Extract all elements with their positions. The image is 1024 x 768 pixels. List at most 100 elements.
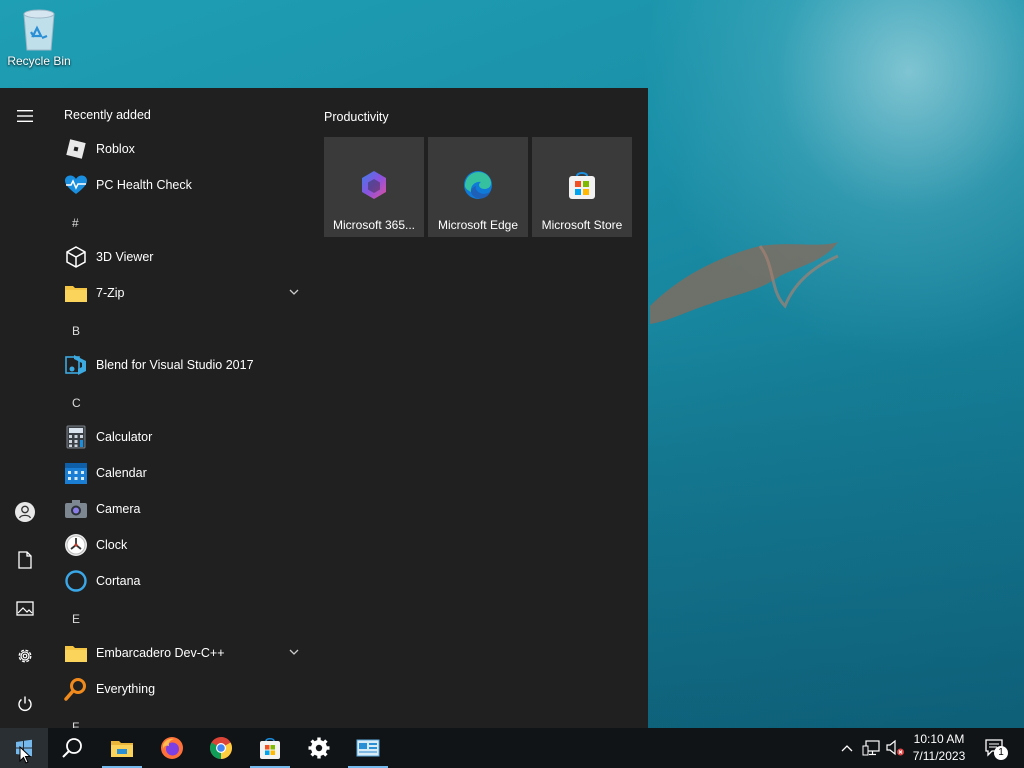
pc-health-check-icon [64,173,88,197]
chevron-down-icon[interactable] [288,646,300,658]
app-item-everything[interactable]: Everything [50,671,312,707]
app-item-calculator[interactable]: Calculator [50,419,312,455]
action-center-button[interactable]: 1 [980,728,1008,768]
taskbar: 10:10 AM 7/11/2023 1 [0,728,1024,768]
network-tray-button[interactable] [860,728,882,768]
wallpaper-swimmer [650,242,839,324]
app-item-clock[interactable]: Clock [50,527,312,563]
app-item-embarcadero[interactable]: Embarcadero Dev-C++ [50,635,312,671]
pictures-button[interactable] [5,588,45,628]
tile-group-title: Productivity [324,110,389,124]
store-icon [260,737,280,759]
folder-icon [64,641,88,665]
app-item-calendar[interactable]: Calendar [50,455,312,491]
roblox-icon [64,137,88,161]
search-icon [62,738,82,758]
app-name: Embarcadero Dev-C++ [96,646,225,660]
recycle-bin-label: Recycle Bin [7,54,71,68]
network-icon [862,740,880,756]
settings-icon [308,737,330,759]
app-name: Blend for Visual Studio 2017 [96,358,254,372]
app-name: Calendar [96,466,147,480]
documents-icon [18,551,32,569]
hamburger-icon [17,110,33,122]
app-item-3d-viewer[interactable]: 3D Viewer [50,239,312,275]
chrome-icon [210,737,232,759]
settings-button[interactable] [5,636,45,676]
taskbar-settings[interactable] [295,728,343,768]
start-button[interactable] [0,728,48,768]
chevron-down-icon[interactable] [288,286,300,298]
account-button[interactable] [5,492,45,532]
clock-date: 7/11/2023 [912,749,966,763]
folder-icon [64,281,88,305]
app-name: 3D Viewer [96,250,154,264]
app-name: Roblox [96,142,135,156]
app-item-blend[interactable]: Blend for Visual Studio 2017 [50,347,312,383]
taskbar-clock[interactable]: 10:10 AM 7/11/2023 [905,731,973,765]
volume-tray-button[interactable] [884,728,906,768]
group-letter[interactable]: C [72,396,81,410]
everything-icon [64,677,88,701]
power-icon [18,696,32,711]
camera-icon [64,497,88,521]
firefox-icon [161,737,183,759]
tile-microsoft-store[interactable]: Microsoft Store [532,137,632,237]
app-item-7-zip[interactable]: 7-Zip [50,275,312,311]
app-item-roblox[interactable]: Roblox [50,131,312,167]
recently-added-heading: Recently added [64,108,151,122]
group-letter[interactable]: E [72,612,80,626]
mouse-cursor-icon [19,746,31,764]
app-list[interactable]: Recently added Roblox PC Health Check # … [50,88,312,728]
volume-muted-icon [886,739,904,756]
user-icon [15,502,35,522]
tile-label: Microsoft Store [541,218,623,232]
file-explorer-icon [111,741,133,757]
documents-button[interactable] [5,540,45,580]
power-button[interactable] [5,684,45,724]
taskbar-control-panel[interactable] [344,728,392,768]
start-menu: Recently added Roblox PC Health Check # … [0,88,648,728]
store-icon [569,172,595,199]
taskbar-firefox[interactable] [148,728,196,768]
search-button[interactable] [48,728,96,768]
cortana-icon [64,569,88,593]
chevron-up-icon [841,745,853,752]
control-panel-icon [356,739,380,757]
blend-icon [64,353,88,377]
app-name: Camera [96,502,141,516]
app-name: 7-Zip [96,286,125,300]
app-name: Everything [96,682,156,696]
recycle-bin-shortcut[interactable]: Recycle Bin [4,6,74,68]
tile-label: Microsoft 365... [332,218,416,232]
app-item-camera[interactable]: Camera [50,491,312,527]
microsoft-365-icon [362,171,386,199]
calendar-icon [64,461,88,485]
app-name: PC Health Check [96,178,192,192]
app-name: Cortana [96,574,141,588]
tile-label: Microsoft Edge [437,218,519,232]
recycle-bin-icon [23,9,55,51]
tile-microsoft-edge[interactable]: Microsoft Edge [428,137,528,237]
edge-icon [464,171,492,199]
calculator-icon [64,425,88,449]
taskbar-file-explorer[interactable] [98,728,146,768]
taskbar-store[interactable] [246,728,294,768]
clock-icon [64,533,88,557]
group-letter[interactable]: # [72,216,79,230]
clock-time: 10:10 AM [913,732,965,746]
show-hidden-icons-button[interactable] [838,728,856,768]
notification-count-badge: 1 [994,746,1008,760]
app-item-pc-health-check[interactable]: PC Health Check [50,167,312,203]
pictures-icon [16,600,34,616]
app-name: Clock [96,538,128,552]
wallpaper-shadow [640,330,1024,730]
3d-viewer-icon [64,245,88,269]
app-name: Calculator [96,430,153,444]
expand-menu-button[interactable] [5,96,45,136]
taskbar-chrome[interactable] [197,728,245,768]
group-letter[interactable]: B [72,324,80,338]
app-item-cortana[interactable]: Cortana [50,563,312,599]
group-letter[interactable]: F [72,720,79,728]
tile-microsoft-365[interactable]: Microsoft 365... [324,137,424,237]
